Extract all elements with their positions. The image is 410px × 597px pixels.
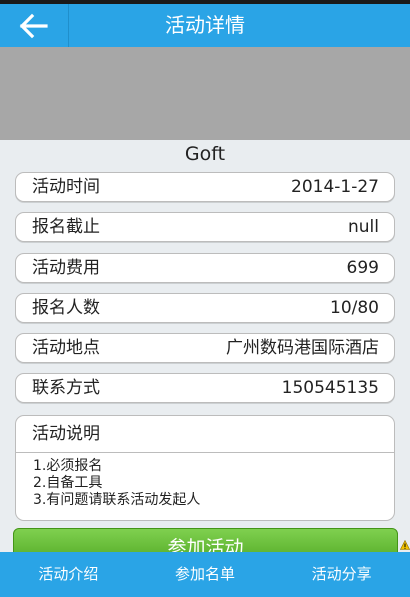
detail-label: 活动费用 <box>32 258 100 278</box>
detail-label: 活动地点 <box>32 338 100 358</box>
detail-label: 报名截止 <box>32 217 100 237</box>
detail-value: 10/80 <box>330 298 379 318</box>
description-line: 3.有问题请联系活动发起人 <box>33 492 201 508</box>
detail-label: 活动时间 <box>32 177 100 197</box>
description-line: 1.必须报名 <box>33 458 103 474</box>
detail-row-fee: 活动费用 699 <box>15 253 395 283</box>
description-line: 2.自备工具 <box>33 475 103 491</box>
arrow-left-icon <box>19 13 48 38</box>
activity-name: Goft <box>184 143 226 165</box>
detail-label: 联系方式 <box>32 378 100 398</box>
detail-row-location: 活动地点 广州数码港国际酒店 <box>15 333 395 363</box>
detail-row-deadline: 报名截止 null <box>15 212 395 242</box>
tab-activity-intro[interactable]: 活动介绍 <box>0 552 137 597</box>
detail-label: 报名人数 <box>32 298 100 318</box>
header-bar: 活动详情 <box>0 4 410 47</box>
detail-value: 699 <box>346 258 379 278</box>
detail-value: null <box>348 217 379 237</box>
tab-participant-list[interactable]: 参加名单 <box>137 552 274 597</box>
description-box: 活动说明 1.必须报名 2.自备工具 3.有问题请联系活动发起人 <box>15 415 395 521</box>
detail-value: 广州数码港国际酒店 <box>226 338 379 358</box>
bottom-tab-bar: 活动介绍 参加名单 活动分享 <box>0 552 410 597</box>
warning-icon <box>400 540 410 550</box>
description-divider <box>16 452 394 453</box>
tab-activity-share[interactable]: 活动分享 <box>273 552 410 597</box>
detail-value: 150545135 <box>281 378 379 398</box>
detail-value: 2014-1-27 <box>291 177 379 197</box>
activity-image-placeholder <box>0 47 410 140</box>
detail-row-contact[interactable]: 联系方式 150545135 <box>15 373 395 403</box>
detail-row-participants: 报名人数 10/80 <box>15 293 395 323</box>
header-divider <box>68 4 69 47</box>
back-button[interactable] <box>0 4 68 47</box>
description-text: 1.必须报名 2.自备工具 3.有问题请联系活动发起人 <box>33 458 200 509</box>
detail-row-time: 活动时间 2014-1-27 <box>15 172 395 202</box>
description-title: 活动说明 <box>32 424 100 444</box>
